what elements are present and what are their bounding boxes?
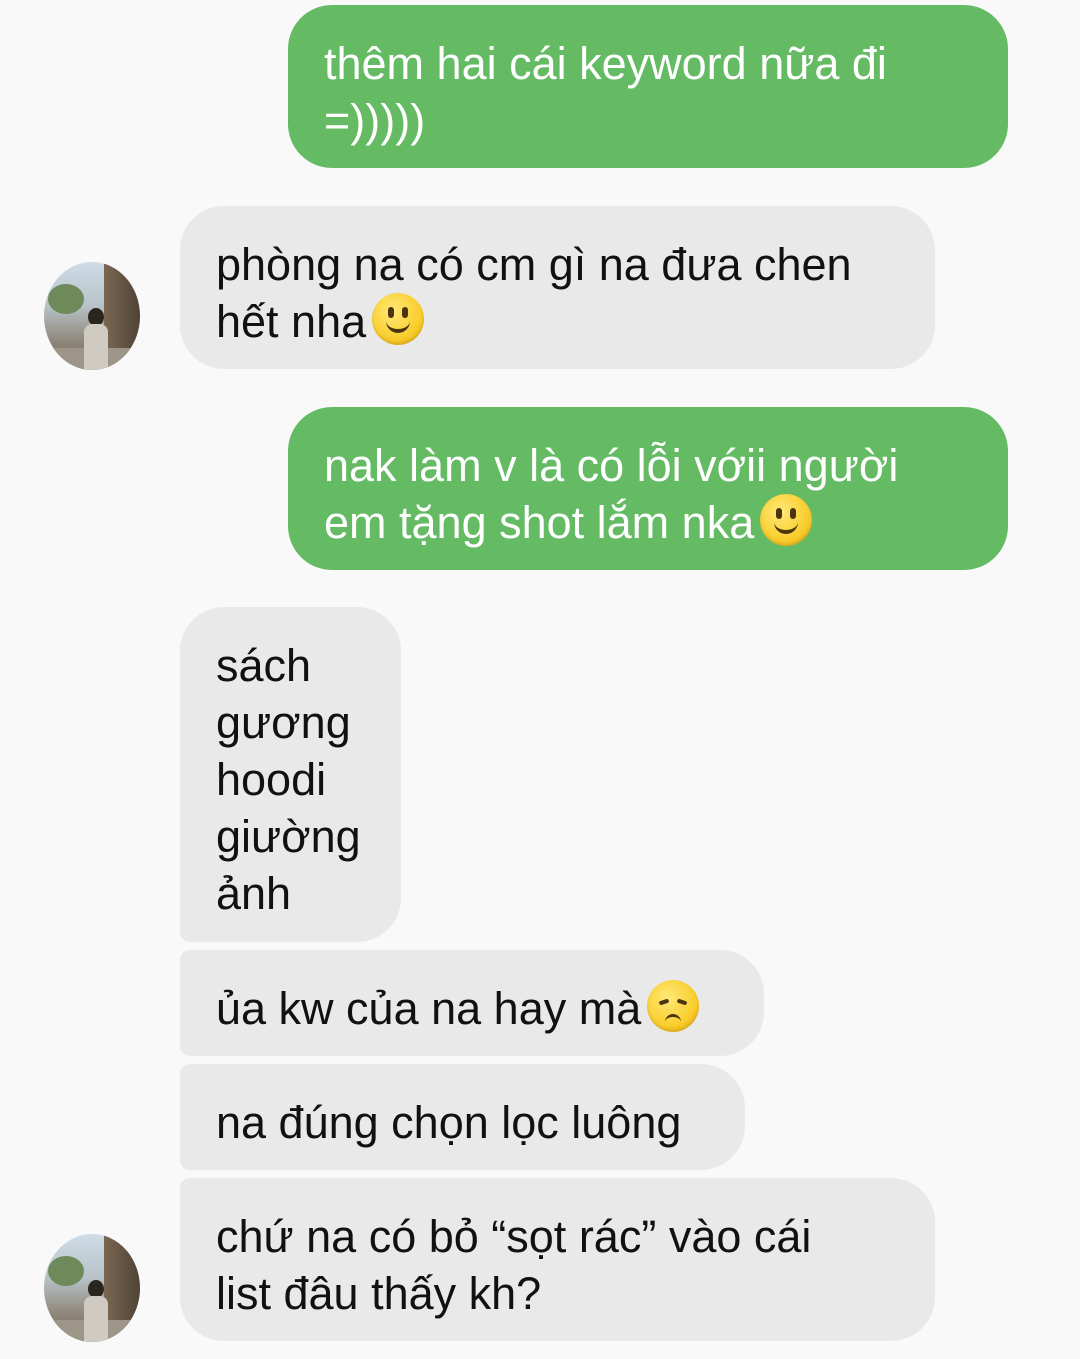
- avatar-photo-person-body: [84, 324, 108, 370]
- message-text-line: gương: [216, 697, 351, 748]
- received-message-bubble[interactable]: ủa kw của na hay mà: [180, 950, 764, 1056]
- message-text-line: hoodi: [216, 754, 327, 805]
- avatar-photo-person-body: [84, 1296, 108, 1342]
- received-message-bubble[interactable]: phòng na có cm gì na đưa chen hết nha: [180, 206, 935, 369]
- avatar-photo-tree: [48, 1256, 84, 1286]
- message-text-line: hết nha: [216, 296, 367, 347]
- slightly-smiling-face-icon: [372, 293, 425, 345]
- message-text-line: ảnh: [216, 868, 292, 919]
- message-text-line: list đâu thấy kh?: [216, 1268, 542, 1319]
- pensive-face-icon: [647, 980, 700, 1032]
- avatar-photo-tree: [48, 284, 84, 314]
- message-text-line: phòng na có cm gì na đưa chen: [216, 239, 852, 290]
- message-text-line: giường: [216, 811, 361, 862]
- received-message-bubble[interactable]: chứ na có bỏ “sọt rác” vào cái list đâu …: [180, 1178, 935, 1341]
- received-message-bubble[interactable]: sách gương hoodi giường ảnh: [180, 607, 401, 942]
- contact-avatar[interactable]: [44, 1234, 140, 1342]
- message-text-line: em tặng shot lắm nka: [324, 497, 755, 548]
- message-text-line: ủa kw của na hay mà: [216, 983, 642, 1034]
- contact-avatar[interactable]: [44, 262, 140, 370]
- message-text-line: nak làm v là có lỗi vớii người: [324, 440, 899, 491]
- slightly-smiling-face-icon: [760, 494, 813, 546]
- sent-message-bubble[interactable]: thêm hai cái keyword nữa đi =))))): [288, 5, 1008, 168]
- received-message-bubble[interactable]: na đúng chọn lọc luông: [180, 1064, 745, 1170]
- message-text-line: chứ na có bỏ “sọt rác” vào cái: [216, 1211, 812, 1262]
- message-text-line: =))))): [324, 95, 426, 146]
- message-text-line: thêm hai cái keyword nữa đi: [324, 38, 887, 89]
- message-text-line: sách: [216, 640, 312, 691]
- sent-message-bubble[interactable]: nak làm v là có lỗi vớii người em tặng s…: [288, 407, 1008, 570]
- message-text-line: na đúng chọn lọc luông: [216, 1097, 682, 1148]
